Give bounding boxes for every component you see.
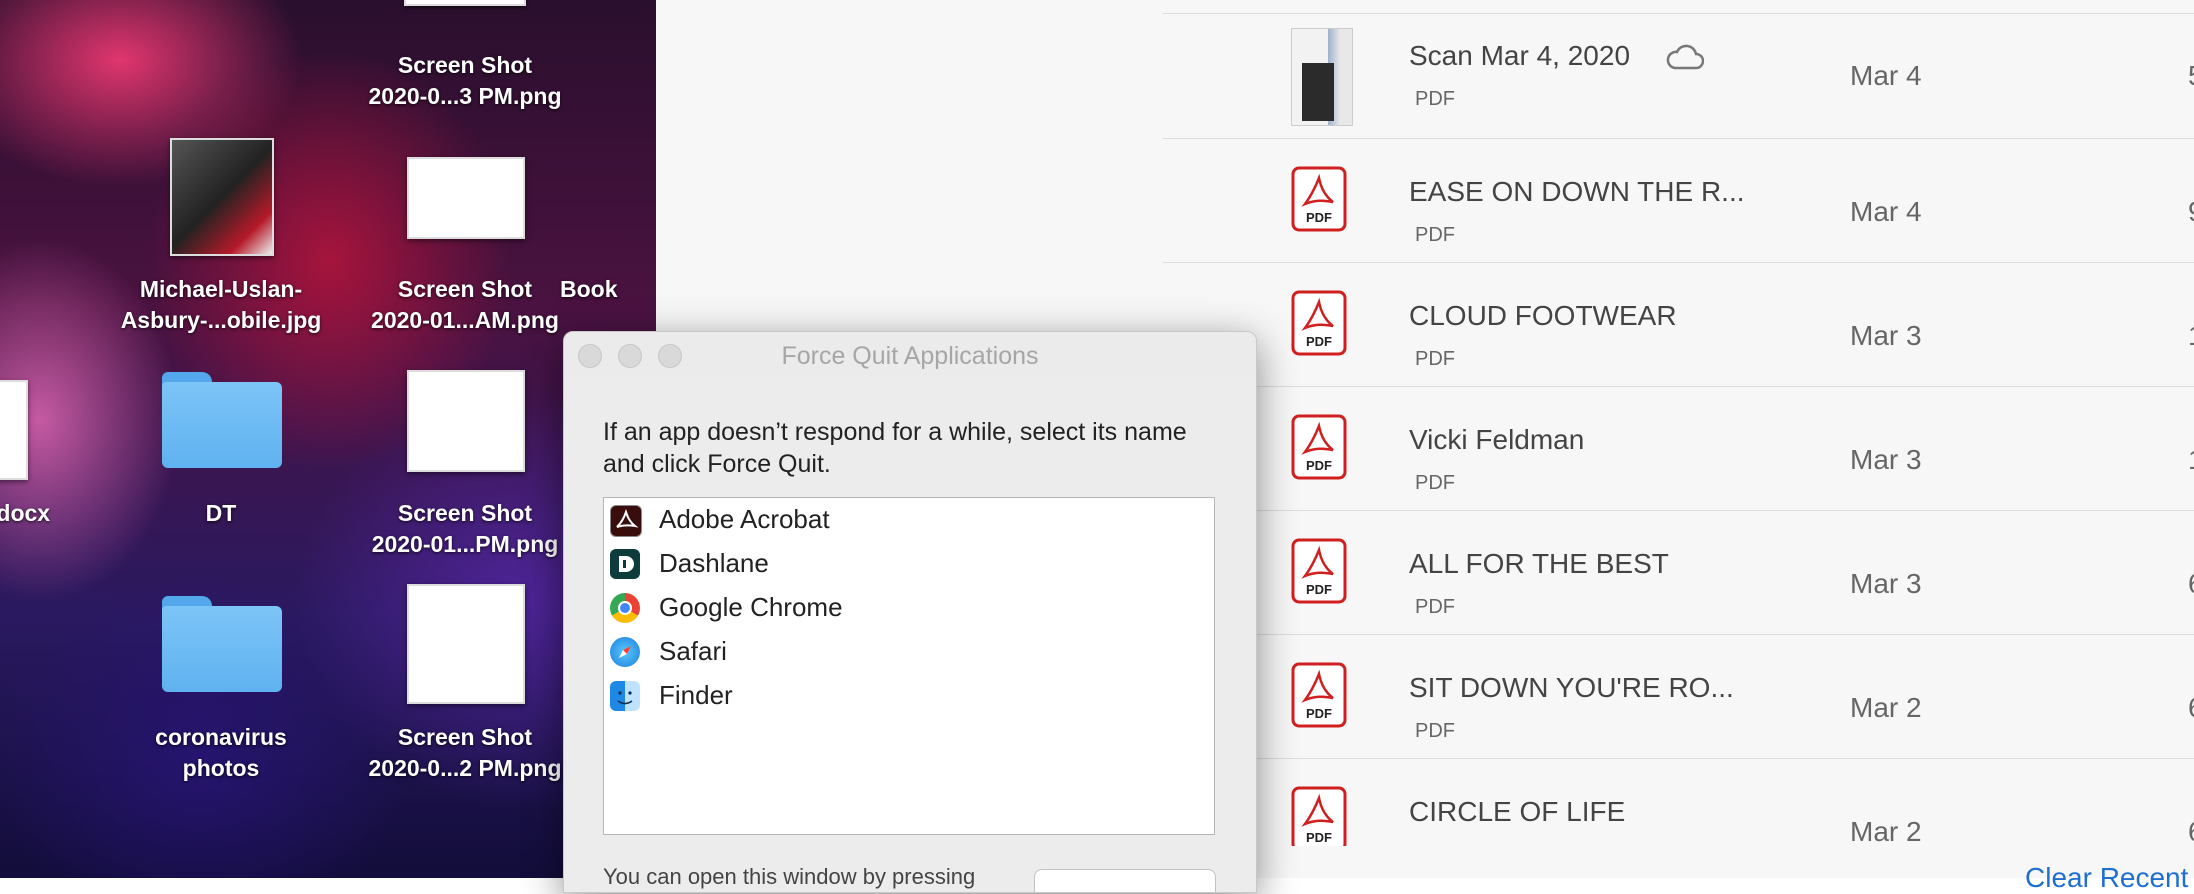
- pdf-badge: PDF: [1306, 830, 1332, 845]
- file-name: Vicki Feldman: [1409, 424, 1585, 455]
- screenshot-thumbnail[interactable]: [407, 157, 525, 239]
- app-name: Dashlane: [659, 548, 769, 578]
- app-name: Finder: [659, 680, 733, 710]
- pdf-icon: PDF: [1291, 166, 1347, 232]
- list-item[interactable]: PDF Vicki Feldman PDF Mar 3 1: [1163, 386, 2194, 511]
- screenshot-thumbnail[interactable]: [407, 584, 525, 704]
- app-row-dashlane[interactable]: Dashlane: [604, 542, 1214, 586]
- list-item[interactable]: PDF SIT DOWN YOU'RE RO... PDF Mar 2 6: [1163, 634, 2194, 759]
- screenshot-thumbnail[interactable]: [404, 0, 526, 6]
- safari-icon: [610, 637, 640, 667]
- pdf-icon: PDF: [1291, 538, 1347, 604]
- file-type: PDF: [1415, 720, 1455, 742]
- app-row-google-chrome[interactable]: Google Chrome: [604, 586, 1214, 630]
- folder-icon[interactable]: [162, 596, 282, 692]
- file-size: 1: [2188, 320, 2194, 352]
- file-date: Mar 3: [1850, 444, 1922, 475]
- pdf-badge: PDF: [1306, 706, 1332, 721]
- file-date: Mar 2: [1850, 816, 1922, 846]
- title-bar: Force Quit Applications: [564, 332, 1256, 378]
- pdf-icon: PDF: [1291, 414, 1347, 480]
- dashlane-icon: [610, 549, 640, 579]
- pdf-badge: PDF: [1306, 210, 1332, 225]
- desktop: Screen Shot 2020-0...3 PM.png Michael-Us…: [0, 0, 656, 878]
- list-divider: [1163, 0, 2194, 14]
- file-date: Mar 4: [1850, 60, 1922, 91]
- window-title: Force Quit Applications: [781, 342, 1039, 370]
- pdf-badge: PDF: [1306, 334, 1332, 349]
- file-type: PDF: [1415, 348, 1455, 370]
- force-quit-button[interactable]: [1034, 869, 1216, 892]
- file-name: CIRCLE OF LIFE: [1409, 796, 1626, 827]
- instructions-text: If an app doesn’t respond for a while, s…: [603, 418, 1187, 478]
- desktop-icon-label: Screen Shot 2020-0...3 PM.png: [368, 52, 562, 109]
- desktop-icon-label: Screen Shot 2020-0...2 PM.png: [368, 724, 562, 781]
- file-type: PDF: [1415, 88, 1455, 110]
- pdf-badge: PDF: [1306, 458, 1332, 473]
- list-item[interactable]: PDF EASE ON DOWN THE R... PDF Mar 4 9: [1163, 138, 2194, 263]
- desktop-icon-label: Book: [560, 276, 618, 302]
- desktop-icon-label: coronavirus photos: [155, 724, 287, 781]
- list-item[interactable]: Scan Mar 4, 2020 PDF Mar 4 5: [1163, 14, 2194, 139]
- desktop-icon-label: Screen Shot 2020-01...AM.png: [371, 276, 559, 333]
- file-date: Mar 4: [1850, 196, 1922, 227]
- list-item[interactable]: PDF CLOUD FOOTWEAR PDF Mar 3 1: [1163, 262, 2194, 387]
- photo-thumbnail[interactable]: [170, 138, 274, 256]
- cloud-icon: [1666, 44, 1705, 75]
- pdf-icon: PDF: [1291, 290, 1347, 356]
- file-size: 1: [2188, 444, 2194, 476]
- screenshot-thumbnail[interactable]: [407, 370, 525, 472]
- file-type: PDF: [1415, 472, 1455, 494]
- desktop-icon-label: Screen Shot 2020-01...PM.png: [371, 500, 559, 557]
- file-type: PDF: [1415, 596, 1455, 618]
- app-row-safari[interactable]: Safari: [604, 630, 1214, 674]
- force-quit-dialog: Force Quit Applications If an app doesn’…: [563, 331, 1257, 893]
- app-name: Google Chrome: [659, 592, 843, 622]
- document-thumbnail[interactable]: [0, 380, 28, 480]
- list-item[interactable]: PDF CIRCLE OF LIFE PDF Mar 2 6: [1163, 758, 2194, 846]
- file-name: CLOUD FOOTWEAR: [1409, 300, 1677, 331]
- app-name: Adobe Acrobat: [659, 504, 830, 534]
- finder-icon: [610, 681, 640, 711]
- file-date: Mar 3: [1850, 568, 1922, 599]
- pdf-icon: PDF: [1291, 662, 1347, 728]
- file-type: PDF: [1415, 844, 1455, 846]
- chrome-icon: [610, 593, 640, 623]
- desktop-icon-label: Michael-Uslan- Asbury-...obile.jpg: [120, 276, 322, 333]
- file-type: PDF: [1415, 224, 1455, 246]
- app-list[interactable]: Adobe Acrobat Dashlane Google Chrome Saf…: [603, 497, 1215, 835]
- acrobat-icon: [610, 505, 642, 537]
- scan-thumbnail: [1291, 28, 1353, 126]
- file-name: EASE ON DOWN THE R...: [1409, 176, 1745, 207]
- file-name: ALL FOR THE BEST: [1409, 548, 1669, 579]
- app-name: Safari: [659, 636, 727, 666]
- app-row-finder[interactable]: Finder: [604, 674, 1214, 718]
- file-size: 9: [2188, 196, 2194, 228]
- recent-files-list: Scan Mar 4, 2020 PDF Mar 4 5 PDF EASE ON…: [1163, 0, 2194, 893]
- app-row-adobe-acrobat[interactable]: Adobe Acrobat: [604, 498, 1214, 542]
- desktop-icon-label: .docx: [0, 500, 51, 526]
- file-date: Mar 2: [1850, 692, 1922, 723]
- desktop-icon-label: DT: [205, 500, 237, 526]
- file-size: 6: [2188, 568, 2194, 600]
- clear-recent-link[interactable]: Clear Recent: [2025, 862, 2188, 894]
- shortcut-hint-text: You can open this window by pressing: [603, 864, 976, 889]
- file-size: 5: [2188, 60, 2194, 92]
- file-size: 6: [2188, 816, 2194, 846]
- file-size: 6: [2188, 692, 2194, 724]
- pdf-icon: PDF: [1291, 786, 1347, 846]
- file-date: Mar 3: [1850, 320, 1922, 351]
- folder-icon[interactable]: [162, 372, 282, 468]
- file-name: SIT DOWN YOU'RE RO...: [1409, 672, 1734, 703]
- pdf-badge: PDF: [1306, 582, 1332, 597]
- file-name: Scan Mar 4, 2020: [1409, 40, 1631, 71]
- list-item[interactable]: PDF ALL FOR THE BEST PDF Mar 3 6: [1163, 510, 2194, 635]
